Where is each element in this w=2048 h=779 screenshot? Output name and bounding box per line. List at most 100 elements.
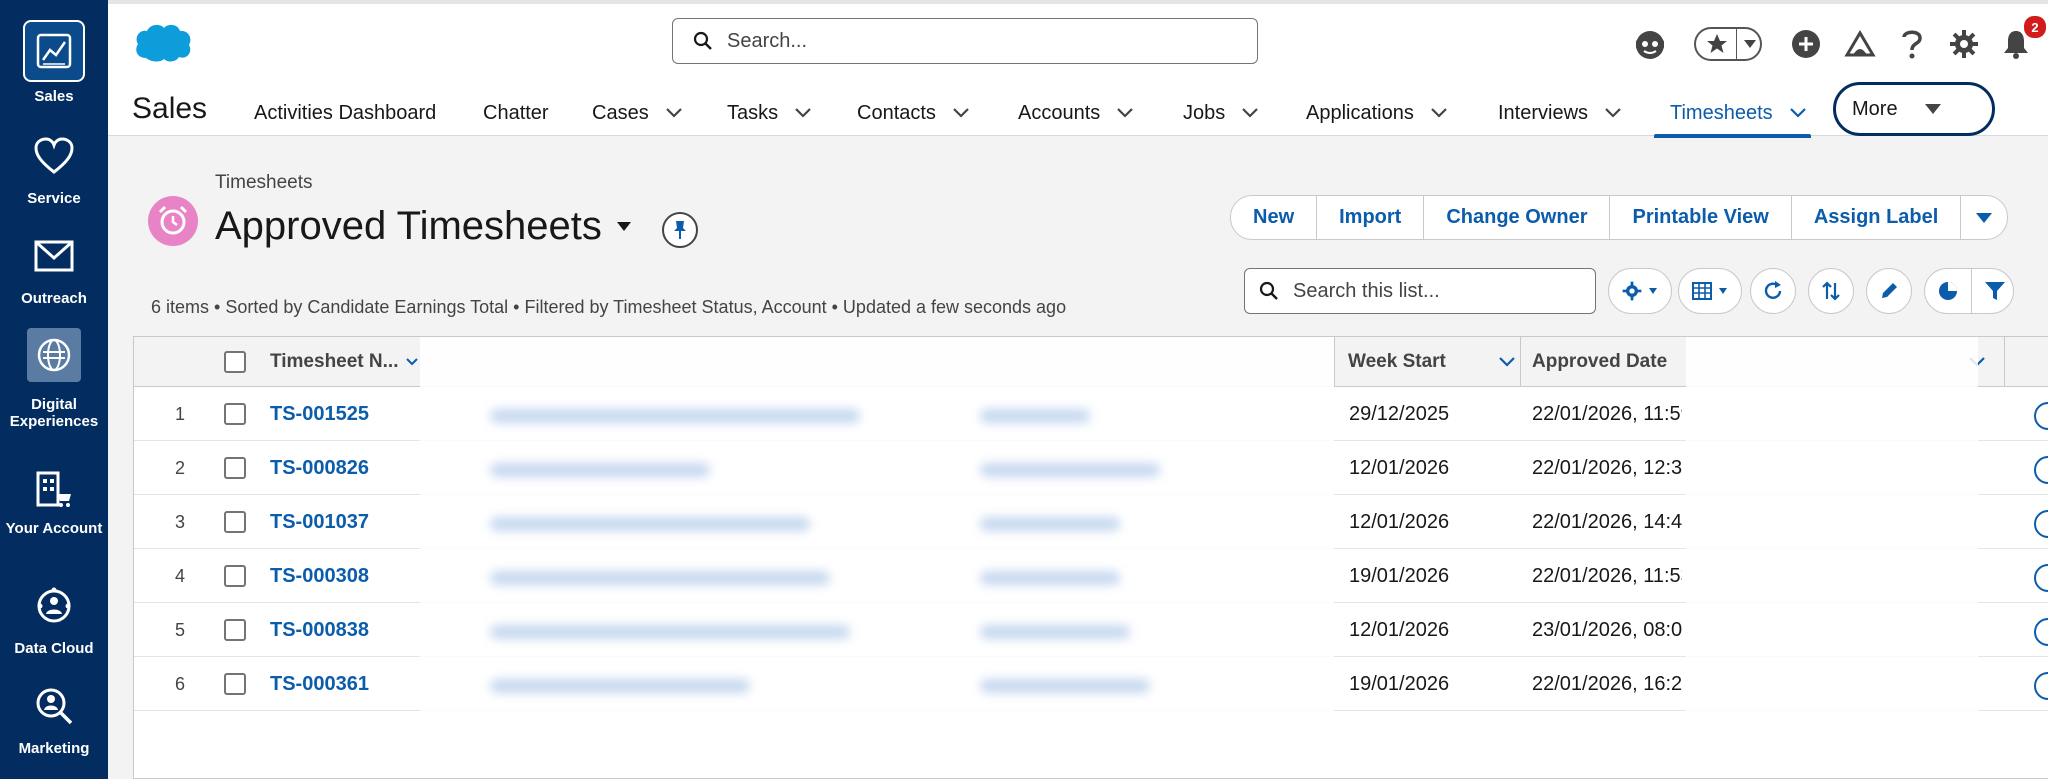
chevron-down-icon[interactable]: [1604, 107, 1622, 119]
rail-item-outreach[interactable]: Outreach: [0, 240, 108, 307]
timesheet-name-link[interactable]: TS-000838: [270, 603, 369, 657]
timesheet-name-link[interactable]: TS-000361: [270, 657, 369, 711]
change-owner-button[interactable]: Change Owner: [1424, 196, 1611, 239]
chevron-down-icon[interactable]: [1789, 107, 1807, 119]
row-number: 6: [174, 673, 185, 694]
row-checkbox[interactable]: [224, 549, 246, 603]
nav-tab-timesheets[interactable]: Timesheets: [1654, 88, 1811, 138]
rail-item-marketing[interactable]: Marketing: [0, 686, 108, 757]
nav-tab-accounts[interactable]: Accounts: [1018, 88, 1134, 138]
row-checkbox[interactable]: [224, 387, 246, 441]
timesheet-name-link[interactable]: TS-000308: [270, 549, 369, 603]
chevron-down-icon[interactable]: [665, 107, 683, 119]
week-start-cell: 19/01/2026: [1349, 672, 1450, 695]
row-number: 4: [174, 565, 185, 586]
timesheet-name-link[interactable]: TS-001037: [270, 495, 369, 549]
heart-icon: [34, 137, 74, 174]
nav-tab-interviews[interactable]: Interviews: [1498, 88, 1622, 138]
row-actions-button[interactable]: [2034, 510, 2048, 538]
column-header-timesheet-name[interactable]: Timesheet N...: [270, 337, 419, 387]
chevron-down-icon[interactable]: [952, 107, 970, 119]
chevron-down-icon[interactable]: [1430, 107, 1448, 119]
rail-item-your-account[interactable]: Your Account: [0, 470, 108, 537]
table-icon: [1692, 282, 1712, 300]
column-label: Approved Date: [1532, 351, 1668, 372]
approved-date-cell: 22/01/2026, 16:26: [1532, 672, 1682, 695]
chevron-down-icon[interactable]: [1116, 107, 1134, 119]
rail-item-service[interactable]: Service: [0, 136, 108, 207]
nav-tab-contacts[interactable]: Contacts: [857, 88, 970, 138]
nav-tab-tasks[interactable]: Tasks: [727, 88, 812, 138]
notifications-button[interactable]: 2: [1994, 16, 2046, 66]
nav-tab-jobs[interactable]: Jobs: [1183, 88, 1259, 138]
plus-icon[interactable]: [1784, 22, 1828, 66]
row-actions-button[interactable]: [2034, 564, 2048, 592]
refresh-button[interactable]: [1750, 268, 1796, 314]
star-icon: [1707, 34, 1727, 53]
nav-label: Contacts: [857, 101, 936, 124]
nav-label: Accounts: [1018, 101, 1101, 124]
chevron-down-icon[interactable]: [1241, 107, 1259, 119]
caret-down-icon: [1649, 288, 1657, 294]
agent-icon[interactable]: [1628, 22, 1672, 66]
search-placeholder: Search...: [727, 29, 808, 52]
nav-tab-applications[interactable]: Applications: [1306, 88, 1448, 138]
rail-item-digital-experiences[interactable]: Digital Experiences: [0, 328, 108, 430]
select-all-checkbox[interactable]: [224, 337, 246, 387]
global-search-input[interactable]: Search...: [672, 18, 1258, 64]
display-as-button[interactable]: [1678, 268, 1742, 314]
timesheet-name-link[interactable]: TS-001525: [270, 387, 369, 441]
nav-label: Applications: [1306, 101, 1414, 124]
assign-label-button[interactable]: Assign Label: [1792, 196, 1962, 239]
nav-tab-chatter[interactable]: Chatter: [483, 88, 549, 138]
pin-icon: [674, 221, 686, 239]
row-actions-button[interactable]: [2034, 618, 2048, 646]
salesforce-logo[interactable]: [132, 20, 194, 64]
search-icon: [1259, 281, 1278, 300]
help-icon[interactable]: [1890, 22, 1934, 66]
filter-icon[interactable]: [1984, 280, 2006, 302]
favorites-button[interactable]: [1694, 22, 1762, 66]
nav-label: Interviews: [1498, 101, 1589, 124]
sort-button[interactable]: [1808, 268, 1854, 314]
rail-item-data-cloud[interactable]: Data Cloud: [0, 586, 108, 657]
row-checkbox[interactable]: [224, 603, 246, 657]
row-checkbox[interactable]: [224, 657, 246, 711]
pin-list-button[interactable]: [662, 212, 698, 248]
nav-tab-cases[interactable]: Cases: [592, 88, 683, 138]
chevron-down-icon[interactable]: [406, 357, 419, 367]
row-actions-button[interactable]: [2034, 456, 2048, 484]
nav-tab-activities-dashboard[interactable]: Activities Dashboard: [254, 88, 436, 138]
week-start-cell: 12/01/2026: [1349, 456, 1450, 479]
edit-list-button[interactable]: [1866, 268, 1912, 314]
column-header-approved-date[interactable]: Approved Date: [1532, 337, 1667, 387]
timesheet-name-link[interactable]: TS-000826: [270, 441, 369, 495]
caret-down-icon[interactable]: [616, 221, 632, 233]
nav-more-button[interactable]: More: [1833, 82, 1995, 136]
list-search-placeholder: Search this list...: [1293, 279, 1440, 302]
chevron-down-icon[interactable]: [794, 107, 812, 119]
pie-chart-icon[interactable]: [1937, 280, 1959, 302]
list-view-title[interactable]: Approved Timesheets: [215, 204, 632, 249]
row-actions-button[interactable]: [2034, 672, 2048, 700]
charts-filter-group: [1924, 268, 2014, 314]
globe-chat-icon: [27, 328, 81, 382]
list-search-input[interactable]: Search this list...: [1244, 268, 1596, 314]
row-checkbox[interactable]: [224, 495, 246, 549]
list-table: Timesheet N... Week Start Approved Date …: [133, 336, 2048, 779]
more-actions-button[interactable]: [1961, 196, 2007, 239]
list-settings-button[interactable]: [1608, 268, 1672, 314]
rail-item-sales[interactable]: Sales: [0, 20, 108, 105]
import-button[interactable]: Import: [1317, 196, 1425, 239]
column-label: Timesheet N...: [270, 351, 399, 372]
column-header-week-start[interactable]: Week Start: [1348, 337, 1516, 387]
new-button[interactable]: New: [1231, 196, 1318, 239]
gear-icon[interactable]: [1942, 22, 1986, 66]
nav-more-label: More: [1852, 97, 1898, 120]
chevron-down-icon[interactable]: [1498, 356, 1516, 368]
nav-label: Jobs: [1183, 101, 1226, 124]
row-actions-button[interactable]: [2034, 402, 2048, 430]
trailhead-icon[interactable]: [1838, 22, 1882, 66]
printable-view-button[interactable]: Printable View: [1610, 196, 1792, 239]
row-checkbox[interactable]: [224, 441, 246, 495]
